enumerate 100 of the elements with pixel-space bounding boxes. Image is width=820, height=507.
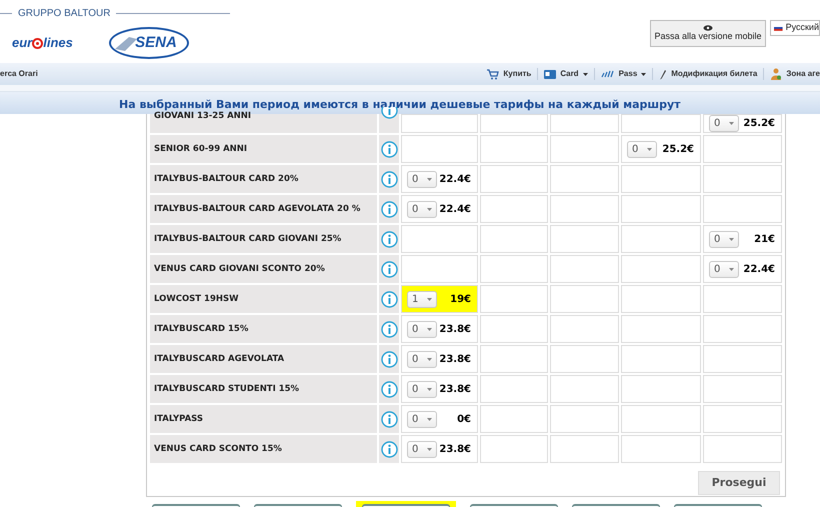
caret-icon: [729, 268, 734, 270]
fare-name: VENUS CARD GIOVANI SCONTO 20%: [154, 262, 325, 276]
sena-logo: SENA: [108, 27, 189, 59]
quantity-select[interactable]: 0: [709, 230, 739, 248]
empty-cell: [550, 375, 619, 403]
empty-cell: [550, 345, 619, 373]
quantity-select[interactable]: 0: [407, 170, 437, 188]
empty-cell: [480, 435, 548, 463]
nav-item[interactable]: Pass: [600, 68, 646, 80]
fare-name: ITALYBUSCARD STUDENTI 15%: [154, 382, 300, 396]
quantity-select[interactable]: 1: [407, 290, 437, 308]
empty-cell: [480, 114, 548, 133]
empty-cell: [480, 195, 548, 223]
price: 21€: [754, 232, 775, 246]
price: 22.4€: [743, 262, 775, 276]
empty-cell: [480, 375, 548, 403]
info-icon[interactable]: [380, 260, 398, 278]
quantity-select[interactable]: 0: [407, 320, 437, 338]
info-icon[interactable]: [380, 170, 398, 188]
cart-icon: [487, 68, 500, 80]
quantity-select[interactable]: 0: [627, 140, 657, 158]
nav-item[interactable]: Купить: [487, 68, 532, 80]
caret-icon: [427, 418, 432, 420]
nav-item[interactable]: Card: [544, 68, 588, 80]
fare-name: VENUS CARD SCONTO 15%: [154, 442, 282, 456]
empty-cell: [480, 315, 548, 343]
info-icon[interactable]: [380, 350, 398, 368]
quantity-select[interactable]: 0: [407, 380, 437, 398]
eurolines-logo: eur lines: [12, 34, 73, 52]
quantity-select[interactable]: 0: [709, 115, 739, 132]
language-select[interactable]: Русский: [770, 20, 820, 36]
card-icon: [544, 70, 556, 78]
fare-name: ITALYBUS-BALTOUR CARD GIOVANI 25%: [154, 232, 342, 246]
nav-item[interactable]: Модификация билета: [659, 68, 758, 80]
info-icon[interactable]: [380, 200, 398, 218]
info-icon[interactable]: [380, 140, 398, 158]
nav-item[interactable]: Зона аге: [770, 68, 820, 80]
empty-cell: [480, 405, 548, 433]
empty-cell: [550, 255, 619, 283]
quantity-select[interactable]: 0: [709, 260, 739, 278]
quantity-select[interactable]: 0: [407, 200, 437, 218]
info-icon[interactable]: [380, 410, 398, 428]
mobile-version-button[interactable]: Passa alla versione mobile: [650, 20, 766, 47]
info-icon[interactable]: [380, 380, 398, 398]
price: 23.8€: [439, 382, 471, 396]
empty-cell: [480, 225, 548, 253]
info-icon[interactable]: [380, 230, 398, 248]
fare-name: ITALYBUS-BALTOUR CARD AGEVOLATA 20 %: [154, 202, 360, 216]
fare-name: ITALYBUSCARD AGEVOLATA: [154, 352, 284, 366]
info-icon[interactable]: [380, 290, 398, 308]
pencil-icon: [659, 68, 668, 80]
fare-name: SENIOR 60-99 ANNI: [154, 142, 248, 156]
info-icon[interactable]: [380, 320, 398, 338]
quantity-select[interactable]: 0: [407, 440, 437, 458]
info-icon[interactable]: [380, 440, 398, 458]
caret-icon: [427, 208, 432, 210]
empty-cell: [550, 225, 619, 253]
price: 0€: [457, 412, 471, 426]
caret-icon: [729, 122, 734, 125]
price: 25.2€: [743, 117, 775, 131]
price: 23.8€: [439, 442, 471, 456]
empty-cell: [480, 165, 548, 193]
pass-icon: [600, 70, 615, 78]
quantity-select[interactable]: 0: [407, 350, 437, 368]
empty-cell: [550, 435, 619, 463]
empty-cell: [480, 285, 548, 313]
fare-name: ITALYBUSCARD 15%: [154, 322, 248, 336]
nav-link[interactable]: erca Orari: [0, 68, 38, 80]
fare-name: ITALYPASS: [154, 412, 204, 426]
empty-cell: [480, 345, 548, 373]
empty-cell: [550, 114, 619, 133]
caret-icon: [427, 328, 432, 330]
quantity-select[interactable]: 0: [407, 410, 437, 428]
empty-cell: [550, 135, 619, 163]
person-icon: [770, 68, 782, 80]
empty-cell: [550, 405, 619, 433]
flag-icon: [774, 25, 783, 31]
fare-name: LOWCOST 19HSW: [154, 292, 238, 306]
caret-icon: [427, 178, 432, 180]
empty-cell: [550, 285, 619, 313]
price: 23.8€: [439, 352, 471, 366]
price: 22.4€: [439, 172, 471, 186]
price: 22.4€: [439, 202, 471, 216]
price: 19€: [450, 292, 471, 306]
empty-cell: [550, 195, 619, 223]
empty-cell: [550, 165, 619, 193]
info-icon[interactable]: [380, 107, 398, 119]
empty-cell: [550, 315, 619, 343]
target-icon: [32, 38, 44, 48]
eye-icon: [703, 25, 713, 31]
fare-name: ITALYBUS-BALTOUR CARD 20%: [154, 172, 298, 186]
price: 23.8€: [439, 322, 471, 336]
caret-icon: [427, 298, 432, 300]
empty-cell: [480, 135, 548, 163]
caret-icon: [647, 148, 652, 150]
caret-icon: [729, 238, 734, 240]
caret-icon: [427, 448, 432, 450]
continue-button[interactable]: Prosegui: [698, 471, 780, 495]
price: 25.2€: [662, 142, 694, 156]
caret-icon: [427, 358, 432, 360]
